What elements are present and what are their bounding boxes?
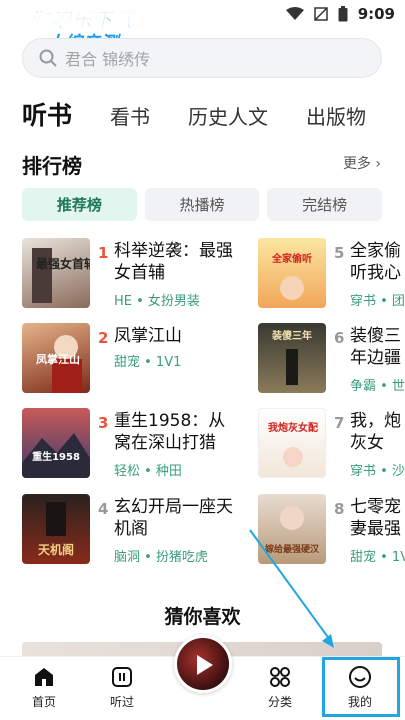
nav-category[interactable]: 分类 bbox=[250, 665, 310, 710]
tab-reading[interactable]: 看书 bbox=[110, 101, 150, 130]
book-title: 七零宠妻最强硬 bbox=[350, 497, 401, 539]
book-item[interactable]: 最强女首辅 1 科举逆袭：最强女首辅 HE • 女扮男装 bbox=[22, 238, 233, 309]
play-icon bbox=[197, 655, 213, 675]
book-meta: 争霸 • 世 bbox=[350, 379, 405, 393]
no-signal-icon bbox=[313, 7, 328, 21]
book-title: 装傻三年边疆开 bbox=[350, 326, 401, 368]
book-item[interactable]: 装傻三年 6 装傻三年边疆开 争霸 • 世 bbox=[258, 323, 405, 393]
book-rank: 2 bbox=[98, 329, 109, 347]
tab-audiobooks[interactable]: 听书 bbox=[22, 96, 72, 132]
book-meta: 甜宠 • 1V bbox=[350, 550, 405, 564]
book-cover: 天机阁 bbox=[22, 494, 90, 564]
battery-icon bbox=[338, 6, 348, 22]
cover-text: 装傻三年 bbox=[271, 329, 312, 342]
nav-listened[interactable]: 听过 bbox=[92, 665, 152, 710]
highlight-box bbox=[322, 657, 400, 717]
search-placeholder: 君合 锦绣传 bbox=[65, 50, 151, 69]
cover-text: 嫁给最强硬汉 bbox=[264, 543, 320, 555]
book-rank: 7 bbox=[334, 414, 345, 432]
book-meta: 穿书 • 团宠 bbox=[350, 294, 405, 308]
book-item[interactable]: 凤掌江山 2 凤掌江山 甜宠 • 1V1 bbox=[22, 323, 232, 393]
cover-text: 重生1958 bbox=[32, 450, 80, 463]
subtab-hot[interactable]: 热播榜 bbox=[144, 188, 260, 221]
cover-text: 全家偷听 bbox=[271, 252, 312, 265]
book-rank: 5 bbox=[334, 244, 345, 262]
book-meta: 轻松 • 种田 bbox=[114, 464, 182, 479]
book-cover: 装傻三年 bbox=[258, 323, 326, 393]
nav-home[interactable]: 首页 bbox=[14, 665, 74, 710]
cover-text: 天机阁 bbox=[38, 542, 74, 557]
tab-history[interactable]: 历史人文 bbox=[188, 101, 268, 130]
ranking-subtabs: 推荐榜 热播榜 完结榜 bbox=[22, 188, 383, 221]
book-cover: 重生1958 bbox=[22, 408, 90, 478]
tab-publications[interactable]: 出版物 bbox=[306, 101, 366, 130]
book-meta: HE • 女扮男装 bbox=[114, 294, 200, 309]
category-tabs: 听书 看书 历史人文 出版物 bbox=[22, 96, 404, 132]
book-title: 我，炮灰女配，摆 bbox=[350, 411, 401, 453]
now-playing-button[interactable] bbox=[174, 635, 232, 693]
book-title: 科举逆袭：最强女首辅 bbox=[114, 241, 233, 283]
wifi-icon bbox=[285, 7, 304, 20]
book-meta: 甜宠 • 1V1 bbox=[114, 355, 182, 370]
book-title: 重生1958：从窝在深山打猎 bbox=[114, 411, 226, 453]
book-rank: 8 bbox=[334, 500, 345, 518]
book-title: 全家偷听我心声杀疯了 bbox=[350, 241, 401, 283]
category-icon bbox=[270, 667, 290, 687]
book-rank: 4 bbox=[98, 500, 109, 518]
more-link[interactable]: 更多 › bbox=[343, 153, 381, 173]
book-rank: 6 bbox=[334, 329, 345, 347]
book-cover: 我炮灰女配 bbox=[258, 408, 326, 478]
watermark-line1: 游吧乐下载 bbox=[29, 8, 135, 33]
book-cover: 凤掌江山 bbox=[22, 323, 90, 393]
ranking-title: 排行榜 bbox=[22, 154, 82, 178]
nav-listened-label: 听过 bbox=[109, 695, 134, 709]
subtab-recommended[interactable]: 推荐榜 bbox=[22, 188, 137, 221]
book-rank: 1 bbox=[98, 244, 109, 262]
nav-category-label: 分类 bbox=[267, 695, 292, 709]
search-bar[interactable]: 君合 锦绣传 bbox=[22, 38, 382, 78]
book-cover: 全家偷听 bbox=[258, 238, 326, 308]
book-title: 凤掌江山 bbox=[114, 326, 182, 346]
book-meta: 脑洞 • 扮猪吃虎 bbox=[114, 550, 208, 565]
status-icons: 9:09 bbox=[285, 5, 395, 23]
book-item[interactable]: 我炮灰女配 7 我，炮灰女配，摆 穿书 • 沙 bbox=[258, 408, 405, 478]
book-cover: 最强女首辅 bbox=[22, 238, 90, 308]
cover-text: 我炮灰女配 bbox=[268, 421, 318, 434]
book-cover: 嫁给最强硬汉 bbox=[258, 494, 326, 564]
book-item[interactable]: 重生1958 3 重生1958：从窝在深山打猎 轻松 • 种田 bbox=[22, 408, 232, 479]
guess-title: 猜你喜欢 bbox=[164, 606, 241, 628]
home-icon bbox=[35, 668, 53, 686]
book-meta: 穿书 • 沙 bbox=[350, 464, 405, 478]
cover-text: 凤掌江山 bbox=[36, 352, 80, 366]
status-time: 9:09 bbox=[357, 5, 395, 23]
book-item[interactable]: 嫁给最强硬汉 8 七零宠妻最强硬 甜宠 • 1V bbox=[258, 494, 405, 564]
search-icon bbox=[39, 49, 57, 67]
history-icon bbox=[112, 667, 132, 687]
book-title: 玄幻开局一座天机阁 bbox=[114, 497, 233, 539]
book-item[interactable]: 全家偷听 5 全家偷听我心声杀疯了 穿书 • 团宠 bbox=[258, 238, 405, 308]
cover-text: 最强女首辅 bbox=[36, 256, 90, 271]
book-rank: 3 bbox=[98, 414, 109, 432]
nav-home-label: 首页 bbox=[31, 695, 56, 709]
book-item[interactable]: 天机阁 4 玄幻开局一座天机阁 脑洞 • 扮猪吃虎 bbox=[22, 494, 233, 565]
subtab-completed[interactable]: 完结榜 bbox=[267, 188, 383, 221]
